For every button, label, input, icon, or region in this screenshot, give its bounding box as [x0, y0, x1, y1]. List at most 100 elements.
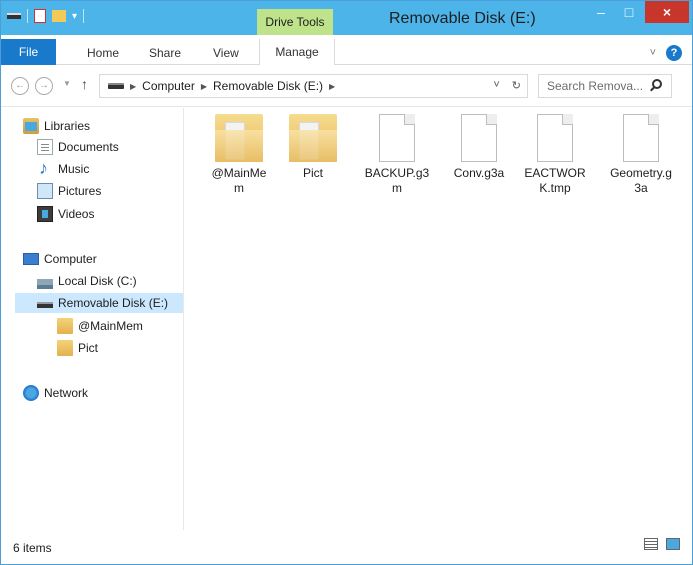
nav-label: @MainMem [78, 319, 143, 333]
title-bar[interactable]: ▾ Drive Tools Removable Disk (E:) – □ × [1, 1, 692, 35]
nav-videos[interactable]: Videos [37, 204, 94, 224]
file-item[interactable]: EACTWOR K.tmp [519, 114, 591, 196]
file-name: @MainMe [211, 166, 267, 180]
file-item[interactable]: Pict [277, 114, 349, 181]
computer-icon [23, 253, 39, 265]
up-button[interactable]: ↑ [81, 76, 88, 92]
explorer-window: ▾ Drive Tools Removable Disk (E:) – □ × … [0, 0, 693, 565]
maximize-button[interactable]: □ [615, 1, 643, 23]
quick-access-toolbar: ▾ [7, 9, 85, 23]
folder-icon [57, 318, 73, 334]
nav-label: Pictures [58, 184, 102, 198]
file-name: Geometry.g [610, 166, 672, 180]
chevron-right-icon[interactable]: ▶ [329, 82, 335, 91]
nav-folder-pict[interactable]: Pict [57, 338, 98, 358]
nav-label: Videos [58, 207, 95, 221]
file-name: m [392, 181, 402, 195]
document-icon [37, 139, 53, 155]
window-title: Removable Disk (E:) [389, 10, 536, 27]
file-name: BACKUP.g3 [364, 166, 430, 180]
file-icon [537, 114, 573, 162]
tab-view[interactable]: View [213, 41, 239, 65]
file-item[interactable]: Conv.g3a [443, 114, 515, 181]
removable-drive-icon [37, 302, 53, 308]
nav-computer[interactable]: Computer [23, 249, 97, 269]
nav-network[interactable]: Network [23, 383, 88, 403]
nav-removable-disk[interactable]: Removable Disk (E:) [15, 293, 183, 313]
tab-manage[interactable]: Manage [259, 39, 335, 66]
file-name: Pict [302, 166, 323, 180]
file-item[interactable]: @MainMe m [203, 114, 275, 196]
nav-music[interactable]: Music [37, 158, 90, 179]
nav-label: Pict [78, 341, 99, 355]
address-bar[interactable]: ▶ Computer ▶ Removable Disk (E:) ▶ ˅ ↻ [99, 74, 528, 98]
file-name: 3a [634, 181, 648, 195]
divider [83, 9, 85, 23]
ribbon-tabs: File Home Share View Manage ˅ ? [1, 35, 692, 66]
nav-pictures[interactable]: Pictures [37, 181, 101, 201]
new-folder-icon[interactable] [52, 10, 66, 22]
file-list[interactable]: @MainMe m Pict BACKUP.g3 m Conv.g3a EACT… [185, 108, 692, 530]
music-icon [37, 158, 53, 179]
recent-locations-dropdown[interactable]: ▼ [63, 79, 71, 88]
file-item[interactable]: BACKUP.g3 m [361, 114, 433, 196]
nav-documents[interactable]: Documents [37, 137, 119, 157]
tab-file[interactable]: File [1, 39, 56, 65]
breadcrumb-removable-disk[interactable]: Removable Disk (E:) [213, 79, 323, 93]
file-icon [461, 114, 497, 162]
drive-icon [108, 83, 124, 89]
network-icon [23, 385, 39, 401]
help-button[interactable]: ? [666, 45, 682, 61]
nav-label: Libraries [44, 119, 91, 133]
nav-label: Network [44, 386, 89, 400]
nav-label: Computer [44, 252, 97, 266]
local-disk-icon [37, 279, 53, 289]
nav-label: Removable Disk (E:) [58, 296, 169, 310]
file-name: K.tmp [539, 181, 571, 195]
drive-icon[interactable] [7, 13, 21, 19]
file-name: Conv.g3a [453, 166, 505, 180]
nav-label: Documents [58, 140, 119, 154]
minimize-button[interactable]: – [587, 1, 615, 23]
tab-share[interactable]: Share [149, 41, 181, 65]
breadcrumb-computer[interactable]: Computer [142, 79, 195, 93]
videos-icon [37, 206, 53, 222]
nav-local-disk[interactable]: Local Disk (C:) [37, 271, 137, 291]
file-item[interactable]: Geometry.g 3a [605, 114, 677, 196]
nav-label: Music [58, 162, 90, 176]
navigation-pane: Libraries Documents Music Pictures Video… [1, 108, 184, 530]
large-icons-view-icon[interactable] [666, 538, 680, 550]
refresh-icon[interactable]: ↻ [512, 79, 521, 92]
chevron-right-icon[interactable]: ▶ [130, 82, 136, 91]
forward-button[interactable]: → [35, 77, 53, 95]
back-button[interactable]: ← [11, 77, 29, 95]
view-buttons [644, 538, 680, 550]
details-view-icon[interactable] [644, 538, 658, 550]
address-row: ← → ▼ ↑ ▶ Computer ▶ Removable Disk (E:)… [1, 65, 692, 107]
folder-icon [57, 340, 73, 356]
libraries-icon [23, 118, 39, 134]
file-name: m [234, 181, 244, 195]
file-icon [623, 114, 659, 162]
pictures-icon [37, 183, 53, 199]
status-bar: 6 items [1, 530, 692, 564]
ribbon-controls: ˅ ? [650, 45, 682, 61]
nav-label: Local Disk (C:) [58, 274, 137, 288]
file-icon [379, 114, 415, 162]
search-icon[interactable] [652, 79, 662, 89]
divider [27, 9, 28, 23]
nav-libraries[interactable]: Libraries [23, 116, 90, 136]
customize-qat-icon[interactable]: ▾ [72, 11, 77, 22]
folder-icon [289, 114, 337, 162]
address-dropdown-icon[interactable]: ˅ [493, 79, 499, 92]
properties-icon[interactable] [34, 9, 46, 23]
drive-tools-context-label: Drive Tools [257, 9, 333, 35]
chevron-down-icon[interactable]: ˅ [650, 47, 656, 59]
chevron-right-icon[interactable]: ▶ [201, 82, 207, 91]
folder-icon [215, 114, 263, 162]
close-button[interactable]: × [645, 1, 689, 23]
item-count: 6 items [13, 541, 52, 555]
tab-home[interactable]: Home [87, 41, 119, 65]
nav-folder-mainmem[interactable]: @MainMem [57, 316, 143, 336]
address-controls: ˅ ↻ [493, 79, 521, 92]
